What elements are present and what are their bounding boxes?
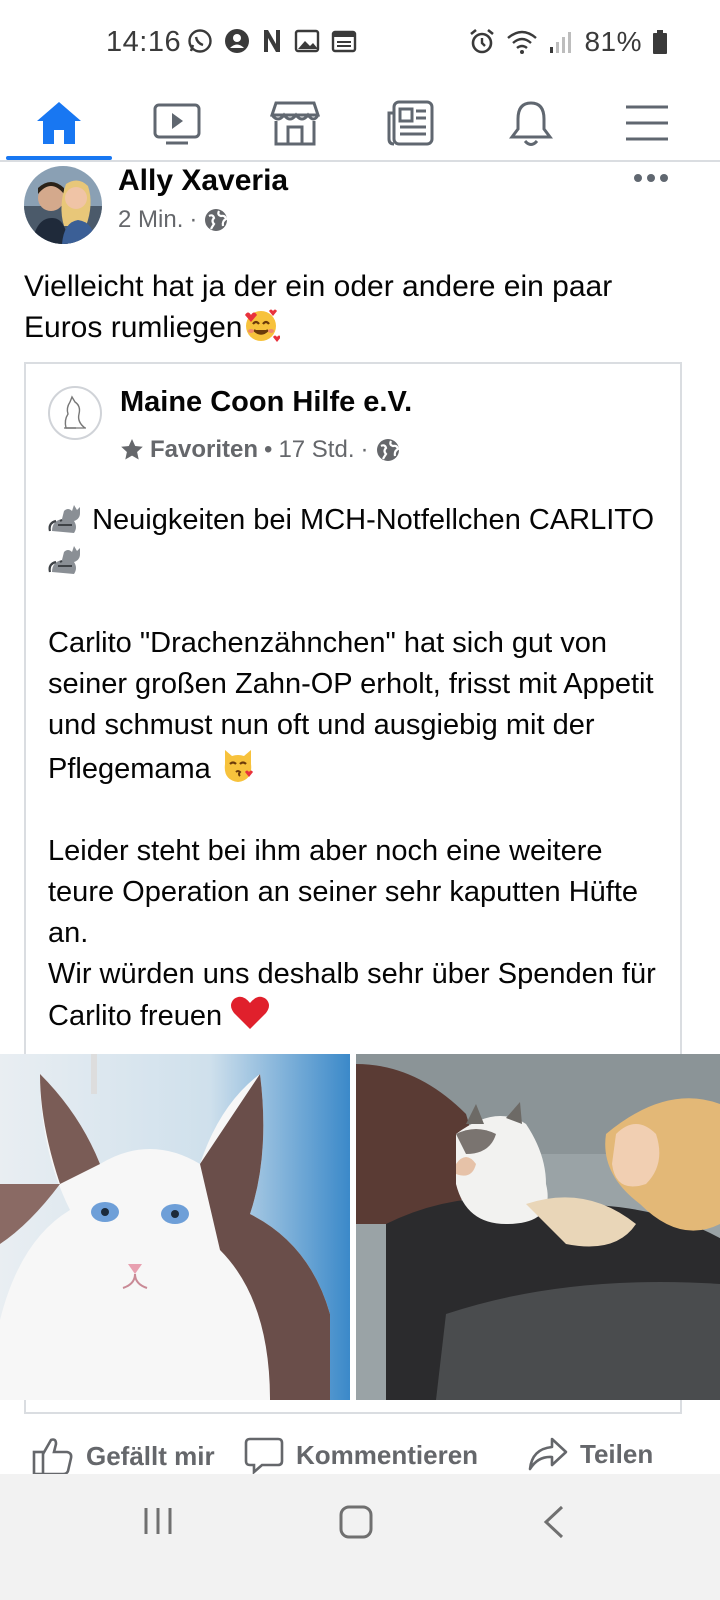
meta-separator: · xyxy=(189,206,198,233)
like-button[interactable]: Gefällt mir xyxy=(32,1436,215,1476)
home-button-icon[interactable] xyxy=(338,1504,374,1540)
shared-post-body: Neuigkeiten bei MCH-Notfellchen CARLITO … xyxy=(48,500,668,1037)
cat-icon xyxy=(48,505,80,533)
status-bar: 14:16 81% xyxy=(0,0,720,86)
more-dot-icon xyxy=(647,174,655,182)
meta-separator: · xyxy=(360,436,369,463)
comment-button[interactable]: Kommentieren xyxy=(244,1436,478,1474)
marketplace-icon xyxy=(270,101,320,146)
post-meta: 2 Min. · xyxy=(118,206,229,234)
red-heart-icon xyxy=(231,996,270,1029)
woman-cuddling-cat-photo[interactable] xyxy=(356,1054,720,1400)
home-icon xyxy=(37,102,81,144)
status-time: 14:16 xyxy=(106,26,182,58)
smiling-face-with-hearts-icon xyxy=(245,309,281,342)
cat-logo-icon xyxy=(64,395,86,429)
nav-news[interactable] xyxy=(356,86,466,160)
active-tab-indicator xyxy=(6,156,112,160)
nav-home[interactable] xyxy=(4,86,114,160)
shared-headline: Neuigkeiten bei MCH-Notfellchen CARLITO xyxy=(48,500,668,582)
whatsapp-icon xyxy=(188,29,212,53)
comment-icon xyxy=(244,1437,284,1474)
post-text: Vielleicht hat ja der ein oder andere ei… xyxy=(24,270,613,344)
top-navigation xyxy=(0,86,720,162)
post-author-name[interactable]: Ally Xaveria xyxy=(118,164,288,198)
alarm-icon xyxy=(470,28,495,54)
nav-notifications[interactable] xyxy=(476,86,586,160)
nav-menu[interactable] xyxy=(592,86,702,160)
globe-icon xyxy=(205,209,228,231)
author-avatar[interactable] xyxy=(24,166,102,244)
page-logo[interactable] xyxy=(48,386,102,440)
like-label: Gefällt mir xyxy=(86,1440,215,1471)
shared-paragraph-2: Leider steht bei ihm aber noch eine weit… xyxy=(48,835,656,1032)
favorites-label: Favoriten xyxy=(150,436,259,463)
post-header: Ally Xaveria 2 Min. · xyxy=(0,162,720,252)
shared-post-meta: Favoriten • 17 Std. · xyxy=(120,436,401,464)
notifications-icon xyxy=(509,101,553,146)
nav-watch[interactable] xyxy=(122,86,232,160)
share-button[interactable]: Teilen xyxy=(528,1436,653,1472)
globe-icon xyxy=(376,439,399,461)
android-navigation-bar xyxy=(0,1474,720,1600)
watch-icon xyxy=(153,103,201,145)
share-label: Teilen xyxy=(580,1438,654,1469)
meta-separator: • xyxy=(264,436,273,463)
post-more-button[interactable] xyxy=(634,168,674,188)
shared-card-bottom-border xyxy=(24,1400,682,1414)
n-icon xyxy=(264,30,280,52)
comment-label: Kommentieren xyxy=(296,1439,479,1470)
share-icon xyxy=(528,1437,568,1471)
battery-percent: 81% xyxy=(584,26,642,57)
thumbs-up-icon xyxy=(32,1438,73,1476)
nav-marketplace[interactable] xyxy=(240,86,350,160)
recent-apps-icon[interactable] xyxy=(140,1504,176,1538)
kissing-cat-icon xyxy=(224,750,253,782)
news-icon xyxy=(387,100,434,146)
more-dot-icon xyxy=(660,174,668,182)
menu-icon xyxy=(626,105,668,141)
wifi-icon xyxy=(507,30,538,54)
gallery-icon xyxy=(294,29,320,53)
calendar-icon xyxy=(331,30,357,53)
shared-paragraph-1: Carlito "Drachenzähnchen" hat sich gut v… xyxy=(48,627,654,785)
signal-icon xyxy=(550,32,572,53)
shared-page-name[interactable]: Maine Coon Hilfe e.V. xyxy=(120,386,412,419)
shared-post-time[interactable]: 17 Std. xyxy=(278,436,354,464)
post-time[interactable]: 2 Min. xyxy=(118,206,183,234)
back-icon[interactable] xyxy=(540,1504,568,1540)
cat-icon xyxy=(48,546,80,574)
more-dot-icon xyxy=(634,174,642,182)
battery-icon xyxy=(653,30,667,54)
account-icon xyxy=(225,29,249,53)
star-icon xyxy=(121,439,143,460)
white-maine-coon-cat-photo[interactable] xyxy=(0,1054,350,1400)
